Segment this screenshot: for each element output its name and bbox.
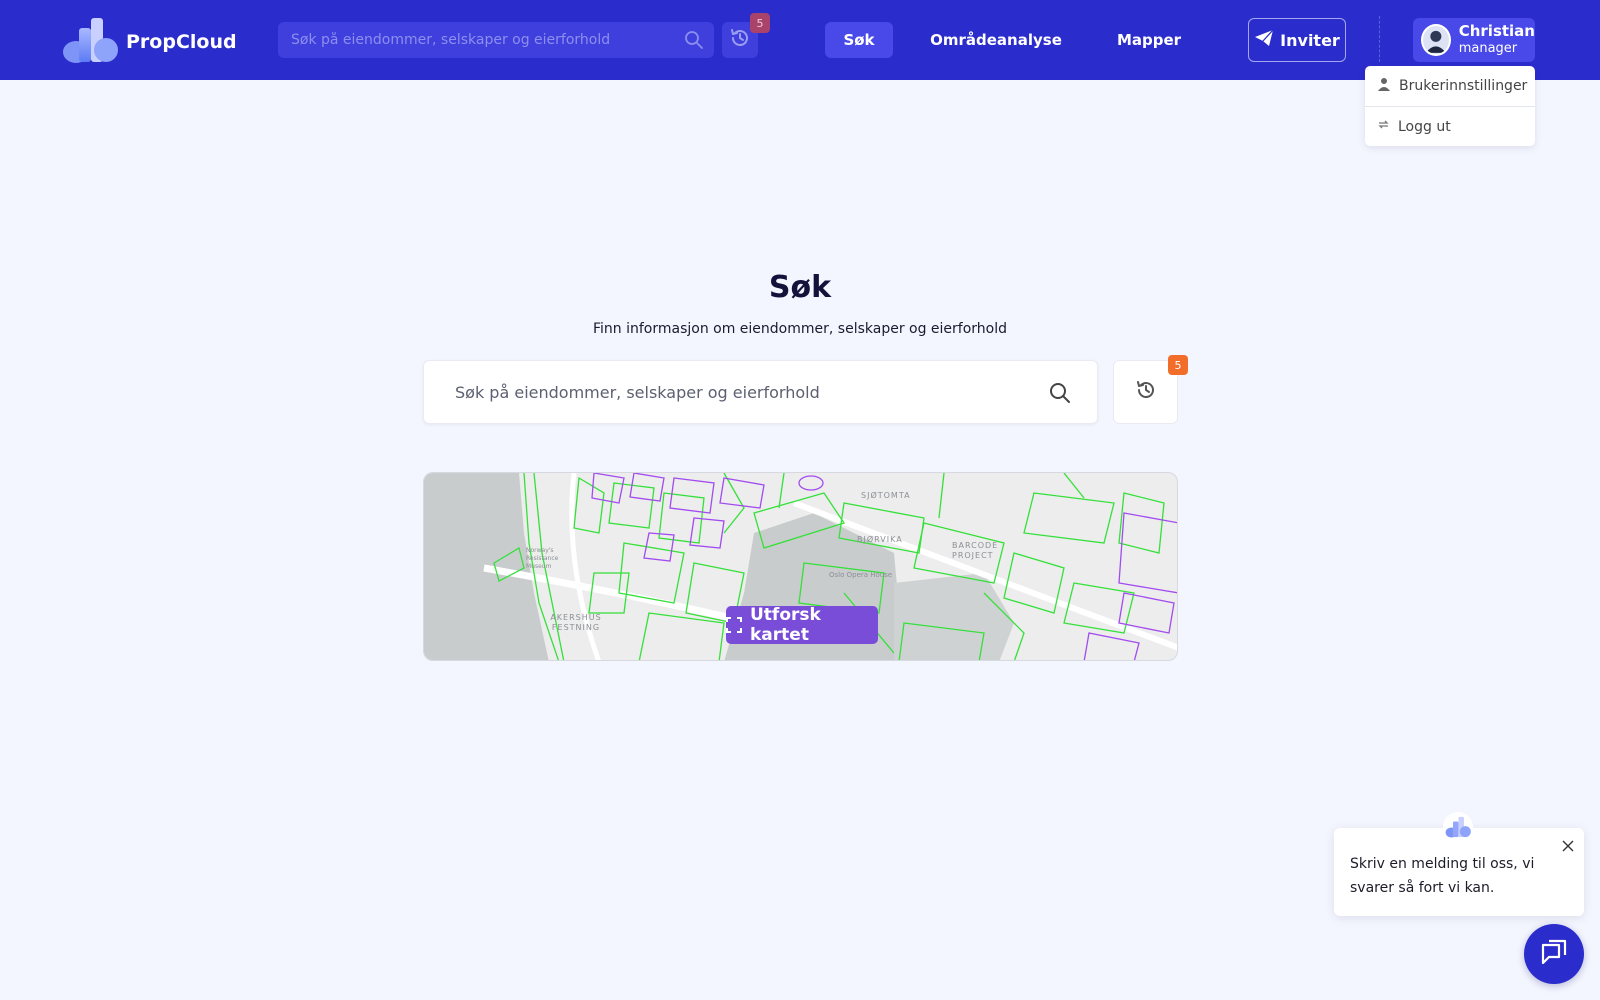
search-icon[interactable] xyxy=(1049,382,1071,408)
close-icon[interactable] xyxy=(1562,836,1574,860)
map-label-museum: Norway's Resistance Museum xyxy=(526,547,559,570)
propcloud-logo-icon xyxy=(62,16,118,68)
history-count-badge: 5 xyxy=(750,13,770,33)
logout-icon xyxy=(1377,118,1390,135)
user-role: manager xyxy=(1458,41,1518,56)
header-divider xyxy=(1379,16,1380,62)
invite-button[interactable]: Inviter xyxy=(1248,18,1346,62)
chat-launcher-button[interactable] xyxy=(1524,924,1584,984)
propcloud-logo-icon xyxy=(1443,812,1473,842)
menu-item-logout[interactable]: Logg ut xyxy=(1365,106,1535,146)
paper-plane-icon xyxy=(1254,29,1274,51)
search-icon[interactable] xyxy=(684,30,704,54)
map-label-barcode: BARCODE PROJECT xyxy=(952,541,999,560)
history-icon xyxy=(729,27,751,53)
page-subtitle: Finn informasjon om eiendommer, selskape… xyxy=(592,321,1008,337)
avatar xyxy=(1421,24,1451,56)
chat-message: Skriv en melding til oss, vi svarer så f… xyxy=(1350,856,1535,896)
invite-label: Inviter xyxy=(1280,30,1340,50)
main-search-field xyxy=(423,360,1098,424)
header-history-button[interactable]: 5 xyxy=(722,13,770,58)
brand-logo[interactable]: PropCloud xyxy=(62,16,237,68)
nav-omradeanalyse[interactable]: Områdeanalyse xyxy=(930,22,1062,58)
main-search-input[interactable] xyxy=(424,361,1097,423)
map-label-sjotomta: SJØTOMTA xyxy=(861,491,911,500)
nav-mapper[interactable]: Mapper xyxy=(1113,22,1185,58)
chat-popup: Skriv en melding til oss, vi svarer så f… xyxy=(1334,812,1584,916)
top-navigation-bar: PropCloud 5 Søk Områdeanalyse Mapper Inv… xyxy=(0,0,1600,80)
menu-item-label: Brukerinnstillinger xyxy=(1399,78,1528,94)
brand-name: PropCloud xyxy=(126,31,237,53)
user-icon xyxy=(1377,77,1391,95)
header-search-field xyxy=(278,22,714,58)
expand-icon xyxy=(726,617,742,633)
menu-item-user-settings[interactable]: Brukerinnstillinger xyxy=(1365,66,1535,106)
map-label-akershus: AKERSHUS FESTNING xyxy=(550,613,602,632)
user-name: Christian xyxy=(1458,22,1535,40)
map-preview[interactable]: SJØTOMTA BJØRVIKA BARCODE PROJECT Oslo O… xyxy=(423,472,1178,661)
map-label-bjorvika: BJØRVIKA xyxy=(857,535,903,544)
chat-bubble-icon xyxy=(1539,937,1569,971)
page-title: Søk xyxy=(768,270,832,305)
history-count-badge: 5 xyxy=(1168,355,1188,375)
explore-map-button[interactable]: Utforsk kartet xyxy=(726,605,878,645)
map-label-opera: Oslo Opera House xyxy=(829,571,893,579)
user-menu-button[interactable]: Christian manager xyxy=(1413,18,1535,62)
nav-sok[interactable]: Søk xyxy=(825,22,893,58)
header-search-input[interactable] xyxy=(278,22,714,58)
explore-map-label: Utforsk kartet xyxy=(750,605,821,645)
history-icon xyxy=(1135,379,1157,405)
main-history-button[interactable]: 5 xyxy=(1113,355,1188,424)
user-dropdown-menu: Brukerinnstillinger Logg ut xyxy=(1365,66,1535,146)
menu-item-label: Logg ut xyxy=(1398,118,1451,135)
